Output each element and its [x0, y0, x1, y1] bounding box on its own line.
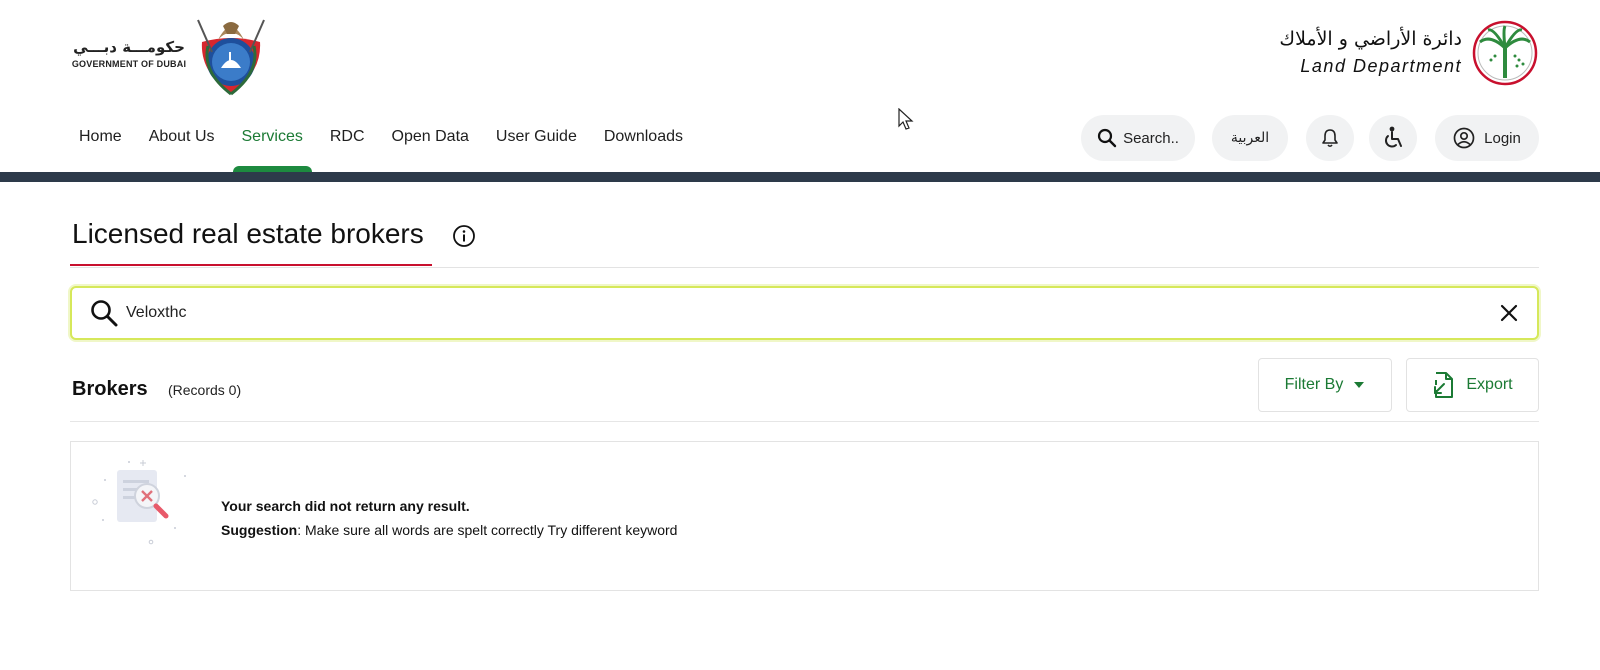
records-count: (Records 0)	[168, 382, 242, 398]
nav-item-downloads[interactable]: Downloads	[595, 120, 692, 160]
gov-logo-arabic: حكومـــة دبـــي	[73, 38, 185, 56]
wheelchair-icon	[1385, 126, 1402, 148]
site-header: حكومـــة دبـــي GOVERNMENT OF DUBAI دائر…	[0, 0, 1600, 182]
file-export-icon	[1434, 372, 1454, 398]
nav-item-rdc[interactable]: RDC	[321, 120, 374, 160]
dld-logo-english: Land Department	[1300, 56, 1462, 76]
search-icon	[1097, 128, 1117, 148]
export-label: Export	[1466, 376, 1513, 393]
login-button[interactable]: Login	[1435, 115, 1539, 161]
government-of-dubai-logo[interactable]: حكومـــة دبـــي GOVERNMENT OF DUBAI	[70, 12, 275, 96]
filter-by-label: Filter By	[1284, 376, 1344, 393]
empty-results-message: Your search did not return any result. S…	[221, 494, 677, 542]
search-icon	[91, 300, 118, 327]
filter-by-button[interactable]: Filter By	[1258, 358, 1392, 412]
main-navigation: Home About Us Services RDC Open Data Use…	[70, 120, 701, 174]
dld-logo-arabic: دائرة الأراضي و الأملاك	[1279, 28, 1462, 50]
suggestion-label: Suggestion	[221, 522, 298, 538]
header-search-button[interactable]: Search..	[1081, 115, 1195, 161]
mouse-pointer-icon	[898, 108, 914, 130]
brokers-toolbar: Brokers (Records 0) Filter By Export	[70, 358, 1539, 422]
login-label: Login	[1484, 129, 1521, 147]
broker-search-input[interactable]	[126, 304, 1499, 322]
empty-results-title: Your search did not return any result.	[221, 498, 470, 514]
header-divider-band	[0, 172, 1600, 182]
notifications-button[interactable]	[1306, 115, 1354, 161]
dubai-emblem-icon	[197, 19, 265, 96]
empty-results-panel: Your search did not return any result. S…	[70, 441, 1539, 591]
gov-logo-english: GOVERNMENT OF DUBAI	[71, 59, 187, 69]
nav-item-about-us[interactable]: About Us	[140, 120, 224, 160]
palm-tree-emblem-icon	[1472, 20, 1538, 86]
caret-down-icon	[1354, 382, 1365, 388]
language-toggle-button[interactable]: العربية	[1212, 115, 1288, 161]
page-title-section: Licensed real estate brokers	[70, 218, 1539, 268]
bell-icon	[1322, 129, 1338, 148]
nav-item-home[interactable]: Home	[70, 120, 131, 160]
header-search-label: Search..	[1123, 129, 1179, 147]
page-title: Licensed real estate brokers	[72, 218, 424, 249]
brokers-heading: Brokers	[72, 378, 148, 400]
gov-logo-text: حكومـــة دبـــي GOVERNMENT OF DUBAI	[70, 38, 188, 69]
nav-item-user-guide[interactable]: User Guide	[487, 120, 586, 160]
dubai-land-department-logo[interactable]: دائرة الأراضي و الأملاك Land Department	[1272, 20, 1540, 86]
user-circle-icon	[1453, 127, 1475, 149]
nav-item-open-data[interactable]: Open Data	[383, 120, 478, 160]
info-icon[interactable]	[452, 224, 476, 248]
nav-item-services[interactable]: Services	[232, 120, 313, 174]
broker-search-box	[70, 286, 1539, 340]
suggestion-text: : Make sure all words are spelt correctl…	[297, 522, 678, 538]
close-icon[interactable]	[1499, 303, 1519, 323]
empty-results-suggestion: Suggestion: Make sure all words are spel…	[221, 518, 677, 542]
accessibility-button[interactable]	[1369, 115, 1417, 161]
no-results-illustration-icon	[92, 460, 186, 545]
page-title-underline	[70, 264, 432, 266]
export-button[interactable]: Export	[1406, 358, 1539, 412]
